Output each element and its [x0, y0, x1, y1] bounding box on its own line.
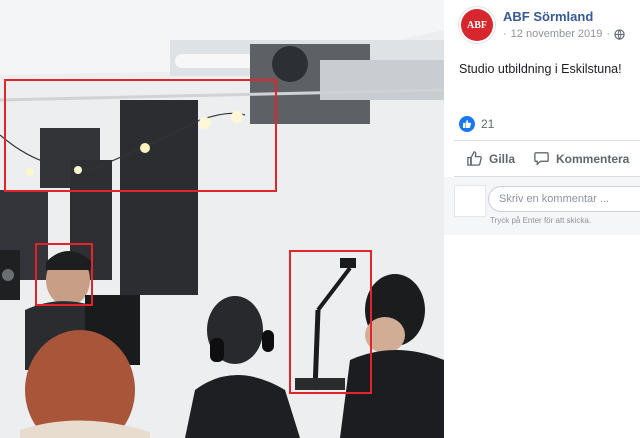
comment-button[interactable]: Kommentera — [533, 150, 629, 167]
like-button[interactable]: Gilla — [466, 150, 515, 167]
reaction-count: 21 — [481, 117, 495, 131]
comment-hint: Tryck på Enter för att skicka. — [490, 216, 592, 225]
like-reaction-icon — [459, 116, 475, 132]
studio-scene-image — [0, 0, 444, 438]
reaction-summary[interactable]: 21 — [459, 116, 494, 132]
post-date-link[interactable]: 12 november 2019 — [511, 28, 603, 40]
meta-separator-2: · — [606, 28, 611, 40]
meta-separator: · — [503, 28, 507, 40]
page-name-link[interactable]: ABF Sörmland — [503, 9, 593, 24]
comment-icon — [534, 152, 549, 166]
comment-input[interactable] — [488, 186, 640, 212]
comment-label: Kommentera — [556, 151, 630, 166]
page-avatar[interactable]: ABF — [458, 6, 496, 44]
abf-logo: ABF — [461, 9, 493, 41]
divider — [454, 140, 640, 141]
post-text: Studio utbildning i Eskilstuna! — [459, 62, 622, 76]
user-avatar — [454, 185, 486, 217]
globe-icon — [614, 28, 625, 40]
thumbs-up-icon — [467, 151, 482, 166]
post-photo[interactable] — [0, 0, 444, 438]
post-meta: · 12 november 2019 · — [503, 28, 625, 40]
like-label: Gilla — [489, 151, 516, 166]
